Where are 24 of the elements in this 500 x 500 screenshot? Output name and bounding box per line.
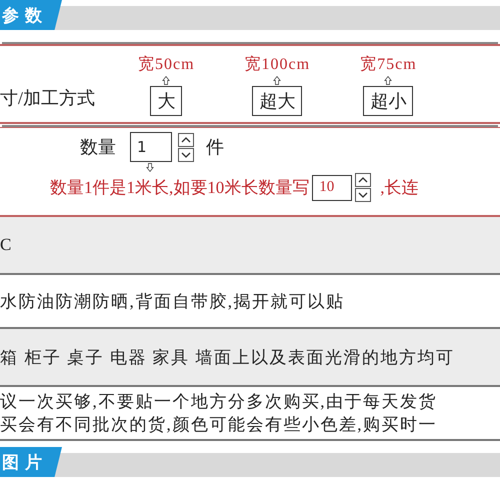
width-label: 宽75cm [360,54,417,75]
quantity-field[interactable]: 1 [130,132,172,162]
width-label: 宽100cm [244,54,310,75]
unit-label: 件 [206,136,224,159]
width-label: 宽50cm [138,54,195,75]
size-label: 寸/加工方式 [0,87,96,110]
down-arrow-icon [146,162,154,173]
spec-text: 水防油防潮防晒,背面自带胶,揭开就可以贴 [0,290,346,312]
quantity-label: 数量 [80,136,116,159]
size-option[interactable]: 超大 [252,86,302,116]
quantity-note: ,长连 [380,177,418,199]
quantity-note: 数量1件是1米长,如要10米长数量写 [50,177,310,199]
stepper-control [355,173,372,202]
spec-text: C [0,235,14,255]
up-arrow-icon [384,75,392,86]
spec-text: 议一次买够,不要贴一个地方分多次购买,由于每天发货 [0,391,438,413]
example-field: 10 [312,174,352,200]
up-arrow-icon [273,75,282,86]
size-option[interactable]: 大 [150,86,182,116]
up-arrow-icon [162,75,170,86]
size-option[interactable]: 超小 [363,86,414,116]
spec-text: 买会有不同批次的货,颜色可能会有些小色差,购买时一 [0,414,438,436]
spec-text: 箱 柜子 桌子 电器 家具 墙面上以及表面光滑的地方均可 [0,346,456,368]
stepper-control[interactable] [178,132,194,162]
